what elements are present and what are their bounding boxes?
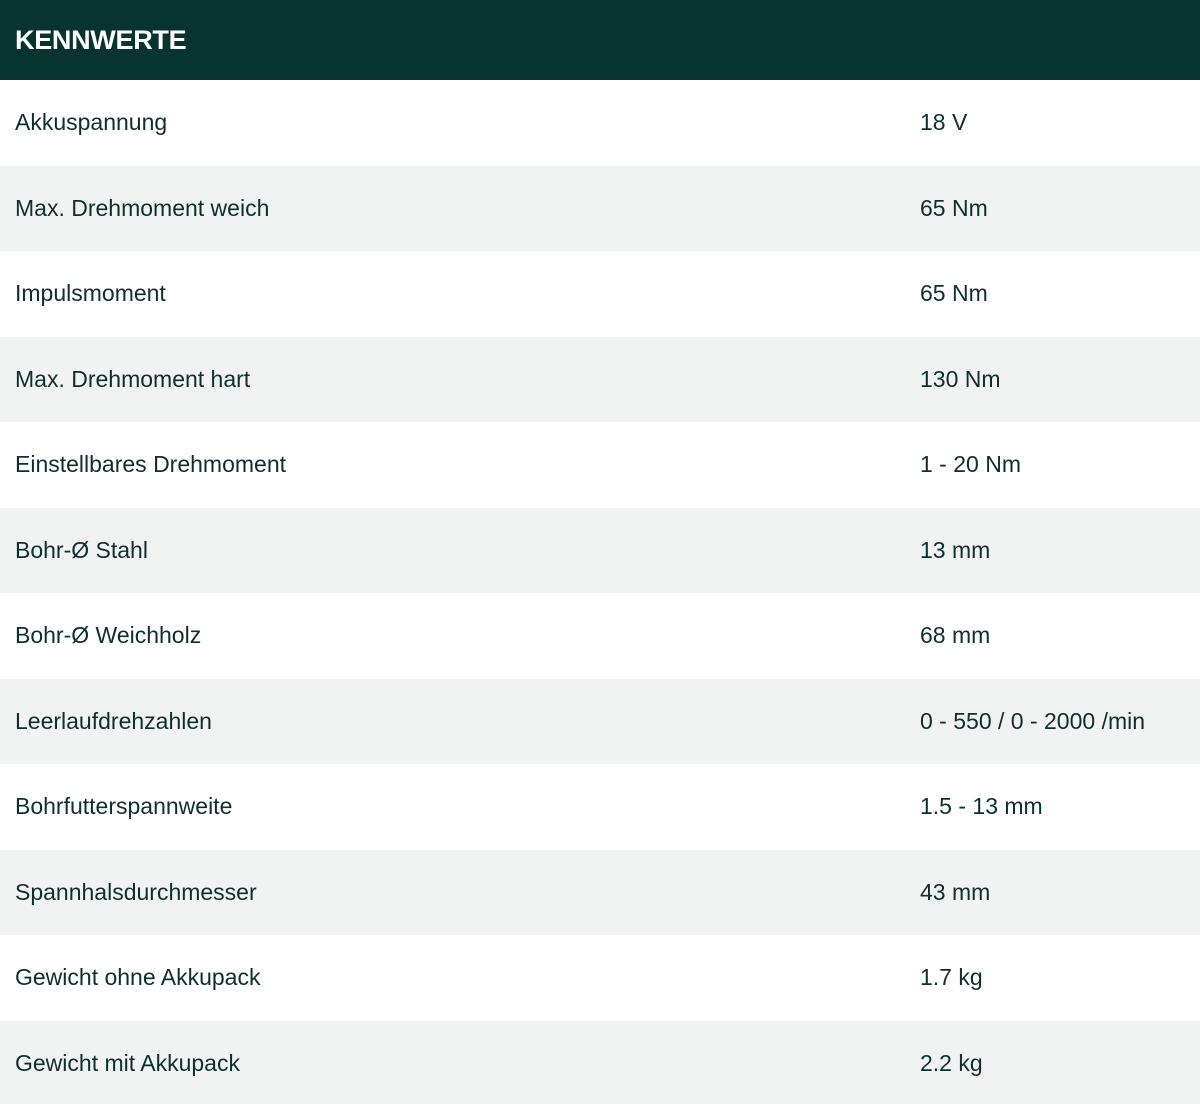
spec-value: 43 mm: [920, 878, 991, 905]
spec-label: Gewicht mit Akkupack: [15, 1049, 240, 1076]
spec-row: Max. Drehmoment hart 130 Nm: [0, 336, 1200, 422]
spec-value: 1.5 - 13 mm: [920, 793, 1043, 820]
spec-label: Gewicht ohne Akkupack: [15, 964, 261, 991]
spec-label: Spannhalsdurchmesser: [15, 878, 257, 905]
spec-label: Bohr-Ø Weichholz: [15, 622, 202, 649]
spec-value: 130 Nm: [920, 365, 1001, 392]
spec-label: Akkuspannung: [15, 109, 168, 136]
spec-label: Einstellbares Drehmoment: [15, 451, 287, 478]
spec-row: Impulsmoment 65 Nm: [0, 251, 1200, 337]
spec-value: 65 Nm: [920, 280, 988, 307]
spec-row: Akkuspannung 18 V: [0, 80, 1200, 166]
spec-row: Bohr-Ø Weichholz 68 mm: [0, 593, 1200, 679]
spec-value: 0 - 550 / 0 - 2000 /min: [920, 707, 1146, 734]
spec-row: Einstellbares Drehmoment 1 - 20 Nm: [0, 422, 1200, 508]
specs-table: Akkuspannung 18 V Max. Drehmoment weich …: [0, 80, 1200, 1104]
spec-label: Leerlaufdrehzahlen: [15, 707, 212, 734]
spec-label: Bohrfutterspannweite: [15, 793, 233, 820]
spec-value: 68 mm: [920, 622, 991, 649]
spec-label: Max. Drehmoment weich: [15, 194, 270, 221]
spec-row: Max. Drehmoment weich 65 Nm: [0, 165, 1200, 251]
spec-row: Gewicht ohne Akkupack 1.7 kg: [0, 935, 1200, 1021]
spec-value: 1 - 20 Nm: [920, 451, 1021, 478]
spec-row: Spannhalsdurchmesser 43 mm: [0, 849, 1200, 935]
spec-value: 1.7 kg: [920, 964, 983, 991]
specs-title: KENNWERTE: [15, 24, 187, 55]
spec-value: 13 mm: [920, 536, 991, 563]
spec-label: Max. Drehmoment hart: [15, 365, 251, 392]
specs-header: KENNWERTE: [0, 0, 1200, 80]
spec-value: 18 V: [920, 109, 968, 136]
spec-row: Bohrfutterspannweite 1.5 - 13 mm: [0, 764, 1200, 850]
spec-label: Bohr-Ø Stahl: [15, 536, 148, 563]
spec-row: Bohr-Ø Stahl 13 mm: [0, 507, 1200, 593]
spec-row: Gewicht mit Akkupack 2.2 kg: [0, 1020, 1200, 1104]
spec-label: Impulsmoment: [15, 280, 166, 307]
spec-value: 65 Nm: [920, 194, 988, 221]
spec-row: Leerlaufdrehzahlen 0 - 550 / 0 - 2000 /m…: [0, 678, 1200, 764]
spec-value: 2.2 kg: [920, 1049, 983, 1076]
